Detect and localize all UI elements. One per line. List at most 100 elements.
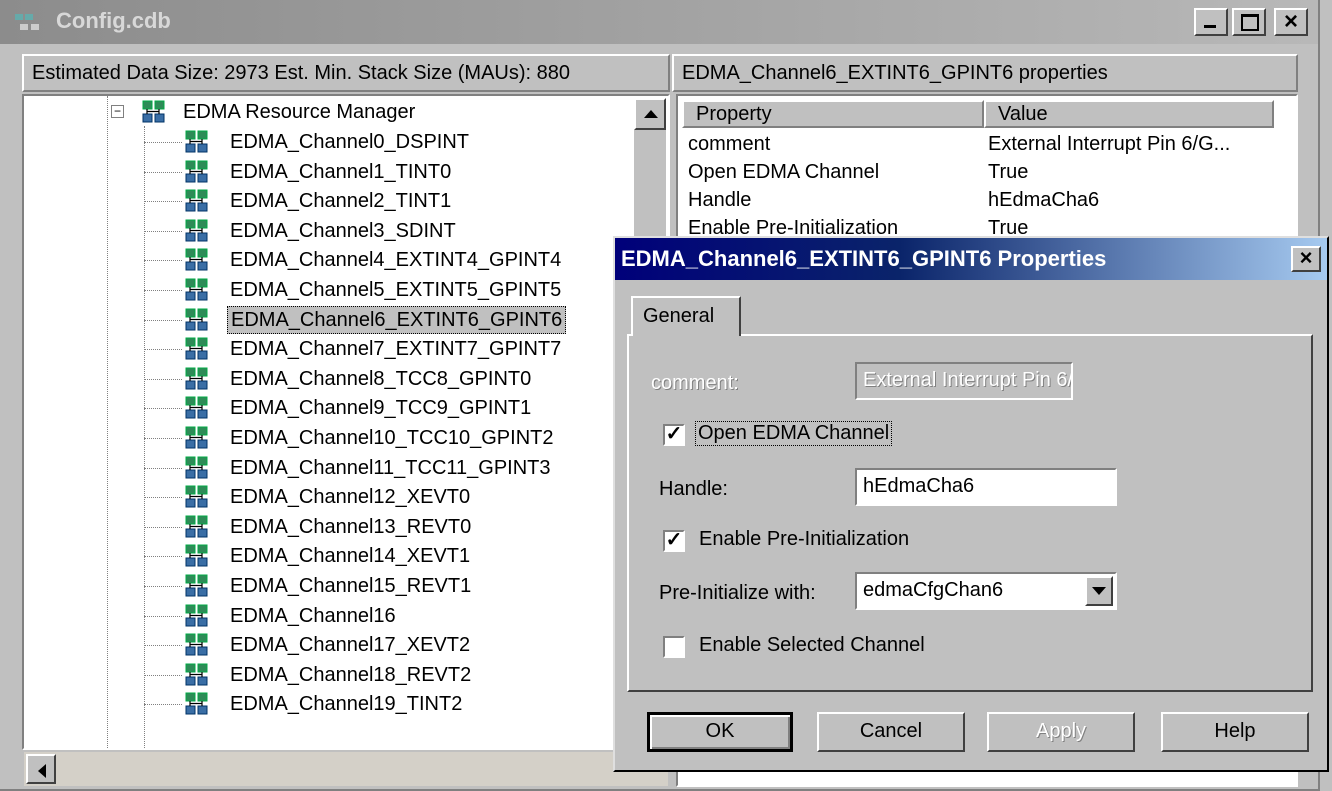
close-icon: × bbox=[1299, 245, 1313, 270]
comment-label: comment: bbox=[651, 372, 739, 394]
scroll-left-button[interactable] bbox=[26, 754, 56, 784]
tree-connector bbox=[144, 526, 182, 528]
title-bar[interactable]: Config.cdb × bbox=[0, 0, 1318, 44]
ok-button[interactable]: OK bbox=[647, 712, 793, 752]
tree-item-label: EDMA_Channel4_EXTINT4_GPINT4 bbox=[230, 249, 562, 272]
tree-item[interactable]: EDMA_Channel14_XEVT1 bbox=[24, 542, 634, 570]
right-panel-header: EDMA_Channel6_EXTINT6_GPINT6 properties bbox=[672, 54, 1298, 92]
tree-item-label: EDMA_Channel7_EXTINT7_GPINT7 bbox=[230, 338, 562, 361]
tree-item-label: EDMA_Channel9_TCC9_GPINT1 bbox=[230, 397, 532, 420]
tree-item[interactable]: EDMA_Channel0_DSPINT bbox=[24, 128, 634, 156]
tree-item[interactable]: EDMA_Channel6_EXTINT6_GPINT6 bbox=[24, 305, 634, 334]
tree-item-label: EDMA_Channel17_XEVT2 bbox=[230, 634, 471, 657]
tree-connector bbox=[144, 319, 182, 321]
edma-node-icon bbox=[185, 160, 208, 183]
tree-item-label: EDMA_Channel15_REVT1 bbox=[230, 575, 472, 597]
tree-item-label: EDMA_Channel19_TINT2 bbox=[230, 693, 463, 716]
handle-field[interactable]: hEdmaCha6 bbox=[855, 468, 1117, 506]
config-tree[interactable]: − EDMA Resource Manager EDMA_Channel0_DS… bbox=[22, 94, 670, 750]
minimize-icon bbox=[1204, 25, 1216, 28]
tree-item-label: EDMA_Channel0_DSPINT bbox=[230, 131, 469, 153]
tree-item[interactable]: EDMA_Channel13_REVT0 bbox=[24, 513, 634, 541]
tree-item[interactable]: EDMA_Channel16 bbox=[24, 602, 634, 630]
tree-item-label: EDMA_Channel10_TCC10_GPINT2 bbox=[230, 427, 554, 449]
dialog-title: EDMA_Channel6_EXTINT6_GPINT6 Properties bbox=[621, 246, 1107, 271]
property-name: Handle bbox=[688, 189, 752, 211]
edma-node-icon bbox=[185, 426, 208, 449]
tree-connector bbox=[144, 408, 182, 410]
column-header-property[interactable]: Property bbox=[682, 100, 984, 128]
chevron-down-icon bbox=[1092, 587, 1106, 595]
pre-initialize-with-value: edmaCfgChan6 bbox=[863, 579, 1004, 601]
tree-item[interactable]: EDMA_Channel3_SDINT bbox=[24, 217, 634, 245]
maximize-button[interactable] bbox=[1232, 8, 1266, 36]
tree-connector bbox=[144, 290, 182, 291]
property-value: External Interrupt Pin 6/G... bbox=[988, 133, 1231, 155]
properties-dialog: EDMA_Channel6_EXTINT6_GPINT6 Properties … bbox=[613, 236, 1329, 772]
tree-connector bbox=[144, 230, 182, 232]
enable-selected-channel-checkbox[interactable] bbox=[663, 636, 685, 658]
property-value: hEdmaCha6 bbox=[988, 189, 1100, 211]
close-button[interactable]: × bbox=[1274, 8, 1308, 36]
tree-item-label: EDMA_Channel12_XEVT0 bbox=[230, 486, 471, 509]
tree-connector bbox=[144, 349, 182, 351]
edma-node-icon bbox=[185, 604, 208, 627]
tree-item[interactable]: EDMA_Channel11_TCC11_GPINT3 bbox=[24, 454, 634, 482]
tree-connector bbox=[144, 704, 182, 706]
enable-pre-initialization-checkbox[interactable]: ✓ bbox=[663, 530, 685, 552]
dropdown-button[interactable] bbox=[1085, 576, 1113, 606]
tree-connector bbox=[144, 615, 182, 617]
tree-item[interactable]: EDMA_Channel19_TINT2 bbox=[24, 690, 634, 718]
tree-item[interactable]: EDMA_Channel18_REVT2 bbox=[24, 661, 634, 689]
edma-node-icon bbox=[185, 308, 208, 331]
pre-initialize-with-select[interactable]: edmaCfgChan6 bbox=[855, 572, 1117, 610]
tree-item-label: EDMA_Channel1_TINT0 bbox=[230, 160, 452, 183]
tree-item[interactable]: EDMA_Channel5_EXTINT5_GPINT5 bbox=[24, 276, 634, 304]
tree-connector bbox=[144, 142, 182, 143]
enable-pre-initialization-label[interactable]: Enable Pre-Initialization bbox=[699, 528, 909, 551]
edma-node-icon bbox=[185, 189, 208, 212]
tree-horizontal-scrollbar[interactable] bbox=[24, 752, 668, 786]
tree-item[interactable]: EDMA_Channel8_TCC8_GPINT0 bbox=[24, 365, 634, 393]
tree-item-label: EDMA_Channel13_REVT0 bbox=[230, 515, 472, 538]
edma-node-icon bbox=[185, 130, 208, 153]
arrow-up-icon bbox=[644, 110, 658, 118]
collapse-icon[interactable]: − bbox=[111, 105, 124, 118]
tree-connector bbox=[144, 201, 182, 203]
tree-item[interactable]: EDMA_Channel2_TINT1 bbox=[24, 187, 634, 215]
edma-node-icon bbox=[185, 396, 208, 419]
open-edma-channel-checkbox[interactable]: ✓ bbox=[663, 424, 685, 446]
minimize-button[interactable] bbox=[1194, 8, 1228, 36]
property-value: True bbox=[988, 161, 1029, 183]
edma-node-icon bbox=[185, 278, 208, 301]
dialog-title-bar[interactable]: EDMA_Channel6_EXTINT6_GPINT6 Properties bbox=[615, 238, 1327, 280]
edma-node-icon bbox=[185, 544, 208, 567]
tree-item[interactable]: EDMA_Channel15_REVT1 bbox=[24, 572, 634, 600]
enable-selected-channel-label[interactable]: Enable Selected Channel bbox=[699, 634, 925, 657]
help-button[interactable]: Help bbox=[1161, 712, 1309, 752]
tree-connector bbox=[144, 467, 182, 469]
column-header-value[interactable]: Value bbox=[984, 100, 1274, 128]
tree-item[interactable]: EDMA_Channel17_XEVT2 bbox=[24, 631, 634, 659]
tree-item[interactable]: EDMA_Channel10_TCC10_GPINT2 bbox=[24, 424, 634, 452]
tree-item[interactable]: EDMA_Channel9_TCC9_GPINT1 bbox=[24, 394, 634, 422]
tree-root-edma-resource-manager[interactable]: − EDMA Resource Manager bbox=[24, 98, 664, 126]
tree-item[interactable]: EDMA_Channel4_EXTINT4_GPINT4 bbox=[24, 246, 634, 274]
tree-connector bbox=[144, 438, 182, 439]
tree-item-label: EDMA_Channel3_SDINT bbox=[230, 219, 456, 242]
dialog-close-button[interactable]: × bbox=[1291, 246, 1321, 272]
tree-item[interactable]: EDMA_Channel1_TINT0 bbox=[24, 158, 634, 186]
maximize-icon bbox=[1241, 14, 1259, 31]
cancel-button[interactable]: Cancel bbox=[817, 712, 965, 752]
tree-item[interactable]: EDMA_Channel12_XEVT0 bbox=[24, 483, 634, 511]
edma-node-icon bbox=[185, 633, 208, 656]
property-name: comment bbox=[688, 133, 771, 155]
tree-item[interactable]: EDMA_Channel7_EXTINT7_GPINT7 bbox=[24, 335, 634, 363]
tree-item-label: EDMA_Channel2_TINT1 bbox=[230, 190, 452, 213]
tree-item-label: EDMA_Channel16 bbox=[230, 604, 396, 627]
open-edma-channel-label[interactable]: Open EDMA Channel bbox=[695, 421, 893, 446]
tree-connector bbox=[144, 586, 182, 587]
scroll-up-button[interactable] bbox=[634, 98, 666, 130]
edma-node-icon bbox=[185, 574, 208, 597]
tab-general[interactable]: General bbox=[631, 296, 741, 336]
